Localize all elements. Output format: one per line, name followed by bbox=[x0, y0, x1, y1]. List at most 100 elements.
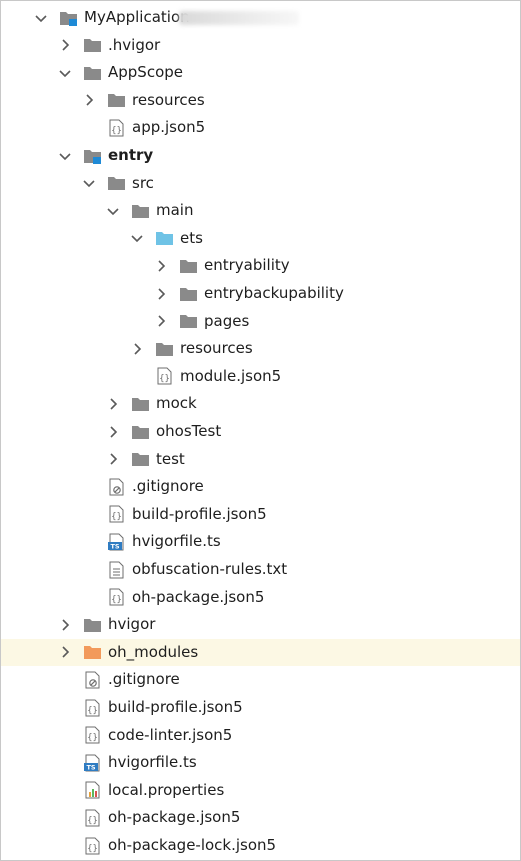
tree-item-label: hvigorfile.ts bbox=[108, 753, 197, 772]
tree-item-label: obfuscation-rules.txt bbox=[132, 560, 288, 578]
chevron-right-icon[interactable] bbox=[58, 645, 72, 659]
hvigor-dot-folder[interactable]: .hvigor bbox=[1, 32, 520, 59]
folder-icon bbox=[130, 395, 150, 413]
tree-item-label: entryability bbox=[204, 256, 290, 275]
chevron-right-icon[interactable] bbox=[58, 38, 72, 52]
source-folder-icon bbox=[154, 229, 174, 247]
module-json5-file[interactable]: {} module.json5 bbox=[1, 363, 520, 390]
local-properties-file[interactable]: local.properties bbox=[1, 777, 520, 804]
entrybackupability-folder[interactable]: entrybackupability bbox=[1, 280, 520, 307]
chevron-down-icon[interactable] bbox=[58, 66, 72, 80]
json-file-icon: {} bbox=[82, 726, 102, 744]
chevron-down-icon[interactable] bbox=[106, 204, 120, 218]
root-hvigorfile-ts[interactable]: TS hvigorfile.ts bbox=[1, 749, 520, 776]
test-folder[interactable]: test bbox=[1, 446, 520, 473]
svg-text:{}: {} bbox=[111, 512, 122, 522]
chevron-right-icon[interactable] bbox=[106, 452, 120, 466]
tree-item-label: ohosTest bbox=[156, 422, 222, 440]
tree-item-label: .gitignore bbox=[132, 477, 204, 496]
json-file-icon: {} bbox=[154, 367, 174, 385]
chevron-right-icon[interactable] bbox=[58, 618, 72, 632]
chevron-down-icon[interactable] bbox=[34, 11, 48, 25]
tree-item-label: entry bbox=[108, 146, 154, 164]
tree-item-label: oh_modules bbox=[108, 642, 199, 661]
tree-item-label: oh-package.json5 bbox=[108, 808, 241, 827]
tree-item-label: main bbox=[156, 201, 194, 220]
tree-item-label: oh-package.json5 bbox=[132, 587, 265, 606]
entryability-folder[interactable]: entryability bbox=[1, 252, 520, 279]
entry-ets-folder[interactable]: ets bbox=[1, 225, 520, 252]
pages-folder[interactable]: pages bbox=[1, 308, 520, 335]
chevron-right-icon[interactable] bbox=[154, 259, 168, 273]
root-gitignore-file[interactable]: .gitignore bbox=[1, 666, 520, 693]
svg-text:{}: {} bbox=[111, 126, 122, 136]
folder-icon bbox=[130, 202, 150, 220]
entry-gitignore-file[interactable]: .gitignore bbox=[1, 473, 520, 500]
redacted-path-blur bbox=[179, 11, 299, 25]
hvigor-folder[interactable]: hvigor bbox=[1, 611, 520, 638]
chevron-down-icon[interactable] bbox=[58, 149, 72, 163]
folder-icon bbox=[130, 423, 150, 441]
json-file-icon: {} bbox=[106, 119, 126, 137]
svg-text:{}: {} bbox=[87, 844, 98, 854]
entry-oh-package-file[interactable]: {} oh-package.json5 bbox=[1, 584, 520, 611]
module-folder-icon bbox=[82, 147, 102, 165]
chevron-right-icon[interactable] bbox=[82, 93, 96, 107]
main-resources-folder[interactable]: resources bbox=[1, 335, 520, 362]
tree-item-label: pages bbox=[204, 311, 250, 330]
folder-icon bbox=[82, 36, 102, 54]
tree-item-label: ets bbox=[180, 228, 203, 247]
svg-text:TS: TS bbox=[86, 763, 95, 771]
tree-item-label: resources bbox=[180, 339, 253, 358]
svg-text:{}: {} bbox=[87, 733, 98, 743]
entry-hvigorfile-ts[interactable]: TS hvigorfile.ts bbox=[1, 528, 520, 555]
chevron-down-icon[interactable] bbox=[82, 176, 96, 190]
tree-item-label: test bbox=[156, 449, 185, 468]
ts-file-icon: TS bbox=[106, 533, 126, 551]
tree-item-label: app.json5 bbox=[132, 118, 206, 137]
entry-module[interactable]: entry bbox=[1, 142, 520, 169]
oh-package-lock-file[interactable]: {} oh-package-lock.json5 bbox=[1, 832, 520, 859]
chevron-right-icon[interactable] bbox=[106, 397, 120, 411]
tree-item-label: MyApplication bbox=[84, 8, 190, 26]
excluded-folder-icon bbox=[82, 643, 102, 661]
folder-icon bbox=[154, 340, 174, 358]
svg-text:{}: {} bbox=[111, 595, 122, 605]
oh-modules-folder[interactable]: oh_modules bbox=[1, 638, 520, 666]
tree-item-label: local.properties bbox=[108, 780, 225, 799]
root-oh-package-file[interactable]: {} oh-package.json5 bbox=[1, 804, 520, 831]
ohostest-folder[interactable]: ohosTest bbox=[1, 418, 520, 445]
project-root[interactable]: MyApplication bbox=[1, 4, 520, 31]
properties-file-icon bbox=[82, 781, 102, 799]
chevron-right-icon[interactable] bbox=[130, 342, 144, 356]
chevron-right-icon[interactable] bbox=[106, 425, 120, 439]
tree-item-label: resources bbox=[132, 90, 205, 109]
chevron-right-icon[interactable] bbox=[154, 314, 168, 328]
tree-item-label: entrybackupability bbox=[204, 284, 344, 302]
appscope-resources-folder[interactable]: resources bbox=[1, 87, 520, 114]
entry-src-folder[interactable]: src bbox=[1, 170, 520, 197]
folder-icon bbox=[82, 64, 102, 82]
json-file-icon: {} bbox=[82, 837, 102, 855]
appscope-folder[interactable]: AppScope bbox=[1, 59, 520, 86]
folder-icon bbox=[178, 257, 198, 275]
json-file-icon: {} bbox=[106, 505, 126, 523]
appscope-app-json5[interactable]: {} app.json5 bbox=[1, 114, 520, 141]
json-file-icon: {} bbox=[106, 588, 126, 606]
tree-item-label: src bbox=[132, 173, 154, 192]
svg-text:TS: TS bbox=[110, 542, 119, 550]
obfuscation-rules-file[interactable]: obfuscation-rules.txt bbox=[1, 556, 520, 583]
mock-folder[interactable]: mock bbox=[1, 390, 520, 417]
tree-item-label: code-linter.json5 bbox=[108, 725, 233, 744]
tree-item-label: mock bbox=[156, 394, 197, 413]
entry-build-profile-file[interactable]: {} build-profile.json5 bbox=[1, 501, 520, 528]
chevron-down-icon[interactable] bbox=[130, 231, 144, 245]
gitignore-file-icon bbox=[106, 478, 126, 496]
tree-item-label: AppScope bbox=[108, 63, 183, 82]
folder-icon bbox=[178, 285, 198, 303]
chevron-right-icon[interactable] bbox=[154, 287, 168, 301]
json-file-icon: {} bbox=[82, 699, 102, 717]
entry-main-folder[interactable]: main bbox=[1, 197, 520, 224]
code-linter-file[interactable]: {} code-linter.json5 bbox=[1, 722, 520, 749]
root-build-profile-file[interactable]: {} build-profile.json5 bbox=[1, 694, 520, 721]
